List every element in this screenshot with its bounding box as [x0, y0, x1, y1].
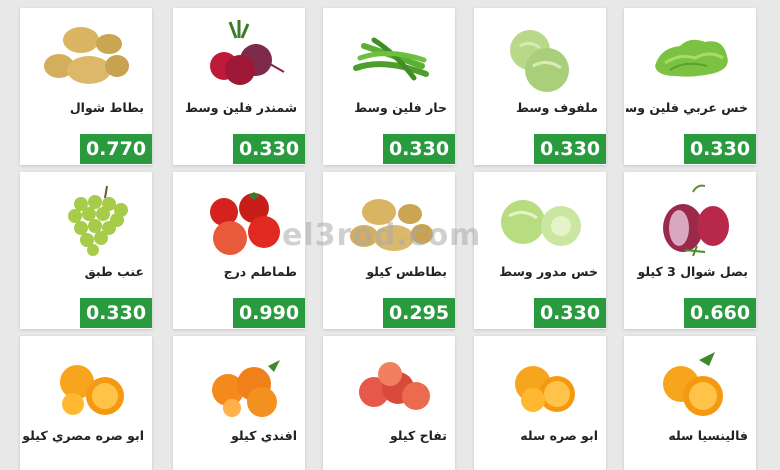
- product-name: فالينسيا سله: [668, 428, 748, 443]
- product-name: ابو صره سله: [520, 428, 598, 443]
- lettuce-icon: [630, 16, 750, 98]
- product-name: خس عربي فلين وسط: [626, 100, 748, 115]
- cabbage-icon: [480, 16, 600, 98]
- product-name: شمندر فلين وسط: [185, 100, 297, 115]
- tomato-icon: [179, 180, 299, 262]
- price-badge: 0.295: [383, 298, 455, 328]
- price-badge: 0.330: [534, 298, 606, 328]
- product-card[interactable]: ملفوف وسط 0.330: [474, 8, 606, 165]
- iceberg-lettuce-icon: [480, 180, 600, 262]
- price-badge: 0.330: [534, 134, 606, 164]
- product-card[interactable]: حار فلين وسط 0.330: [323, 8, 455, 165]
- product-card[interactable]: افندي كيلو: [173, 336, 305, 470]
- price-badge: 0.330: [80, 298, 152, 328]
- navel-orange-icon: [480, 344, 600, 426]
- product-card[interactable]: عنب طبق 0.330: [20, 172, 152, 329]
- product-name: ملفوف وسط: [516, 100, 598, 115]
- green-beans-icon: [329, 16, 449, 98]
- product-name: ابو صره مصري كيلو: [22, 428, 144, 443]
- product-name: عنب طبق: [84, 264, 144, 279]
- price-badge: 0.330: [233, 134, 305, 164]
- orange-icon: [26, 344, 146, 426]
- valencia-orange-icon: [630, 344, 750, 426]
- mandarin-icon: [179, 344, 299, 426]
- price-badge: 0.330: [684, 134, 756, 164]
- watermark: el3rod.com: [282, 218, 482, 253]
- potato-icon: [26, 16, 146, 98]
- product-name: تفاح كيلو: [389, 428, 447, 443]
- product-card[interactable]: تفاح كيلو: [323, 336, 455, 470]
- product-name: بصل شوال 3 كيلو: [637, 264, 748, 279]
- product-card[interactable]: ابو صره مصري كيلو: [20, 336, 152, 470]
- product-name: افندي كيلو: [231, 428, 297, 443]
- product-card[interactable]: بطاط شوال 0.770: [20, 8, 152, 165]
- product-card[interactable]: فالينسيا سله: [624, 336, 756, 470]
- product-card[interactable]: خس مدور وسط 0.330: [474, 172, 606, 329]
- product-card[interactable]: ابو صره سله: [474, 336, 606, 470]
- product-name: حار فلين وسط: [354, 100, 447, 115]
- apple-icon: [329, 344, 449, 426]
- price-badge: 0.330: [383, 134, 455, 164]
- beetroot-icon: [179, 16, 299, 98]
- price-badge: 0.660: [684, 298, 756, 328]
- product-card[interactable]: بصل شوال 3 كيلو 0.660: [624, 172, 756, 329]
- product-name: خس مدور وسط: [499, 264, 598, 279]
- price-badge: 0.770: [80, 134, 152, 164]
- red-onion-icon: [630, 180, 750, 262]
- product-card[interactable]: خس عربي فلين وسط 0.330: [624, 8, 756, 165]
- product-name: بطاط شوال: [69, 100, 144, 115]
- product-name: طماطم درج: [223, 264, 297, 279]
- product-name: بطاطس كيلو: [366, 264, 447, 279]
- product-card[interactable]: شمندر فلين وسط 0.330: [173, 8, 305, 165]
- grapes-icon: [26, 180, 146, 262]
- price-badge: 0.990: [233, 298, 305, 328]
